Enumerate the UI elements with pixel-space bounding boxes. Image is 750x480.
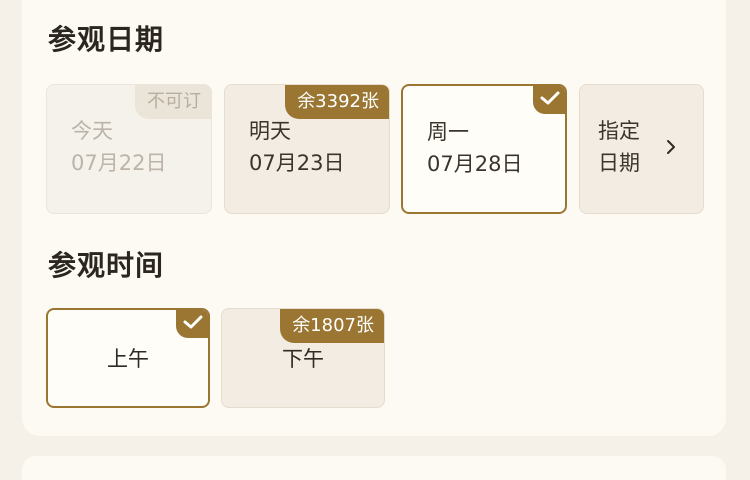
checkmark-icon (533, 86, 565, 114)
unavailable-badge: 不可订 (135, 85, 211, 119)
date-option-day: 明天 (249, 119, 291, 143)
time-option-afternoon[interactable]: 余1807张 下午 (221, 308, 385, 408)
date-option-monday[interactable]: 周一 07月28日 (401, 84, 567, 214)
chevron-right-icon (665, 137, 677, 161)
visit-date-title: 参观日期 (48, 23, 165, 56)
visit-time-title: 参观时间 (48, 249, 165, 282)
date-option-day: 周一 (427, 120, 469, 144)
time-option-morning[interactable]: 上午 (46, 308, 210, 408)
date-option-tomorrow[interactable]: 余3392张 明天 07月23日 (224, 84, 390, 214)
date-option-day: 今天 (71, 119, 113, 143)
custom-date-picker-button[interactable]: 指定 日期 (579, 84, 704, 214)
custom-date-label-line2: 日期 (598, 151, 640, 175)
time-option-label: 上午 (107, 347, 149, 371)
date-option-today: 不可订 今天 07月22日 (46, 84, 212, 214)
date-option-date: 07月23日 (249, 151, 345, 175)
time-option-label: 下午 (282, 347, 324, 371)
next-panel-edge (22, 456, 726, 480)
date-option-date: 07月22日 (71, 151, 167, 175)
custom-date-label-line1: 指定 (598, 119, 640, 143)
remaining-tickets-badge: 余3392张 (285, 85, 389, 119)
date-option-date: 07月28日 (427, 152, 523, 176)
